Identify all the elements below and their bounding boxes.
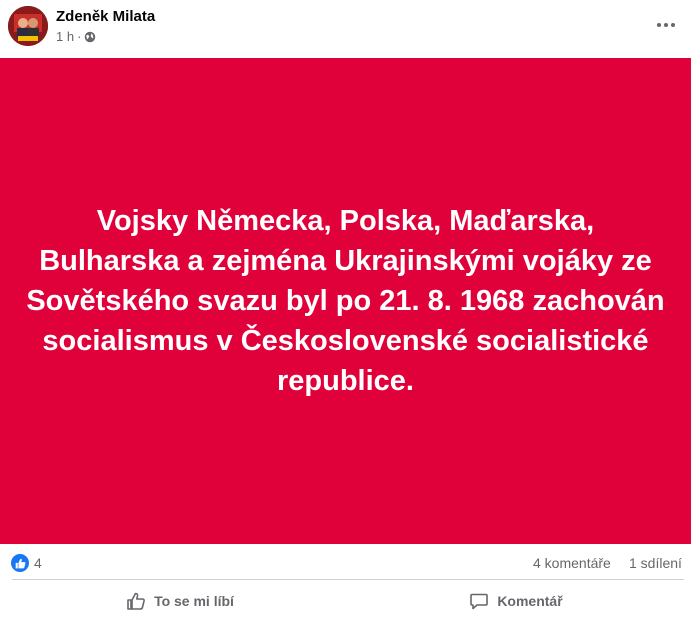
post-actions: To se mi líbí Komentář: [12, 584, 684, 618]
post-stats: 4 4 komentáře 1 sdílení: [0, 548, 691, 578]
divider: [12, 579, 684, 580]
like-reaction-icon[interactable]: [11, 554, 29, 572]
comment-icon: [469, 591, 489, 611]
post-text: Vojsky Německa, Polska, Maďarska, Bulhar…: [26, 205, 665, 397]
comment-count[interactable]: 4 komentáře: [533, 555, 611, 571]
author-avatar[interactable]: [8, 6, 48, 46]
more-options-icon[interactable]: [651, 12, 681, 38]
like-button-label: To se mi líbí: [154, 593, 234, 609]
comment-button-label: Komentář: [497, 593, 563, 609]
like-button[interactable]: To se mi líbí: [12, 584, 348, 618]
comment-button[interactable]: Komentář: [348, 584, 684, 618]
post-time[interactable]: 1 h: [56, 29, 74, 45]
reaction-count[interactable]: 4: [34, 555, 42, 571]
author-name[interactable]: Zdeněk Milata: [56, 8, 155, 26]
post-text-background: Vojsky Německa, Polska, Maďarska, Bulhar…: [0, 58, 691, 544]
post-meta: 1 h ·: [56, 29, 96, 45]
thumbs-up-icon: [126, 591, 146, 611]
post-header: Zdeněk Milata 1 h ·: [0, 0, 691, 58]
globe-icon: [84, 31, 96, 43]
meta-separator: ·: [77, 29, 82, 44]
share-count[interactable]: 1 sdílení: [629, 555, 682, 571]
